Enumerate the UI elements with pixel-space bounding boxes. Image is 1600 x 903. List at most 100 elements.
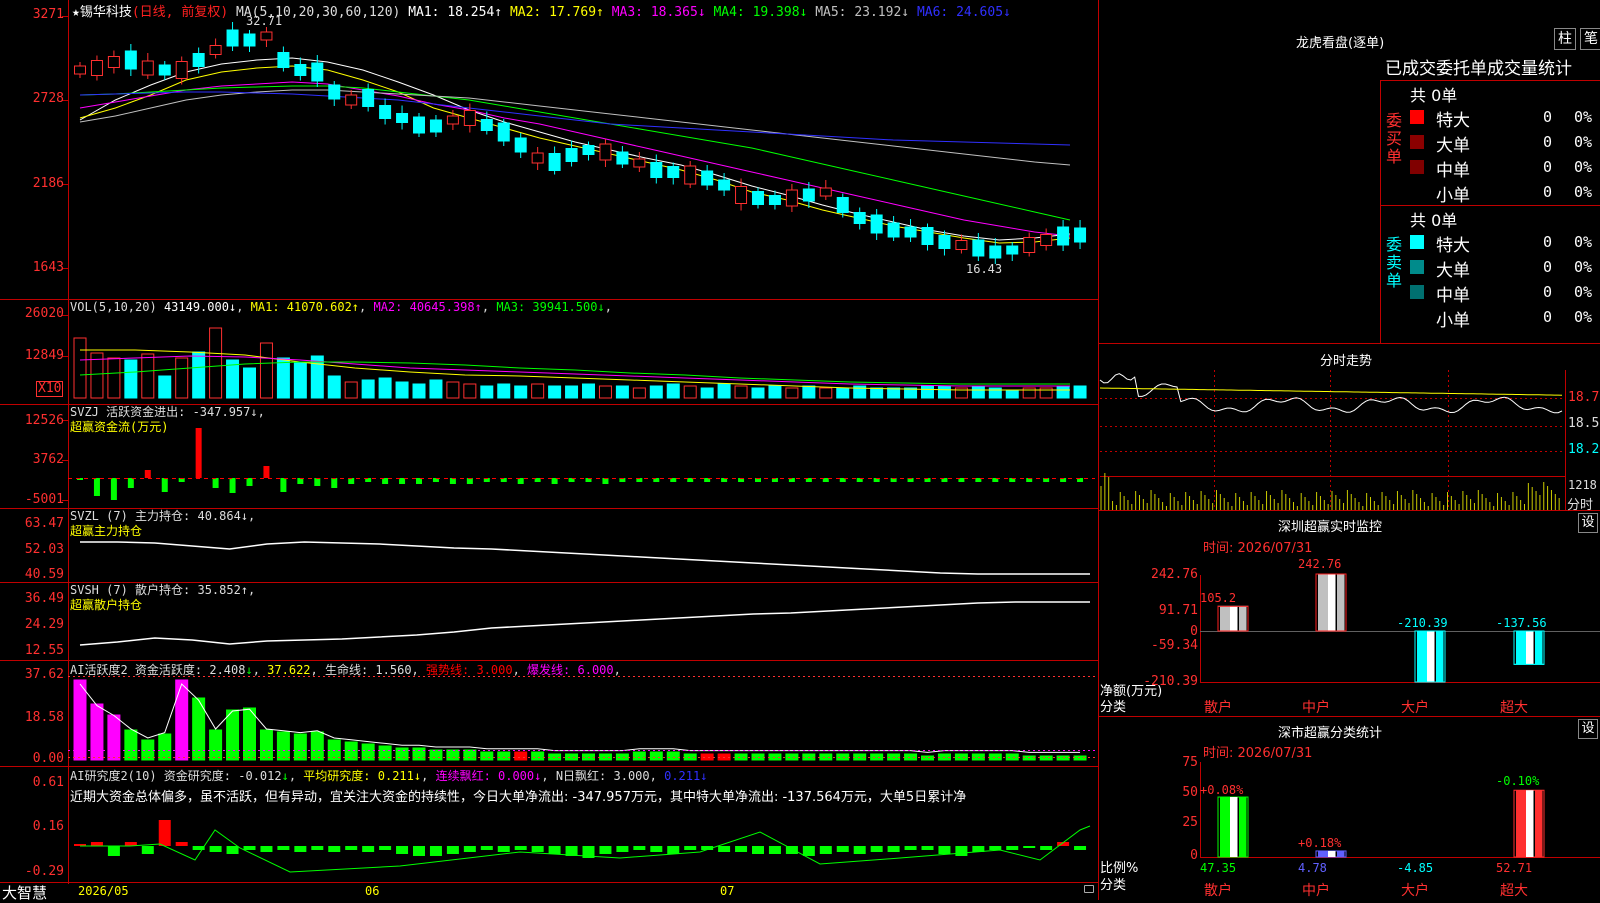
bar-value-label: -137.56 bbox=[1496, 616, 1547, 630]
buy-total: 共 0单 bbox=[1410, 86, 1458, 105]
bar-stripe-left bbox=[1220, 797, 1231, 857]
volume-bar bbox=[802, 385, 816, 399]
bar-stripe-right bbox=[1436, 631, 1444, 682]
bar-value-label: 4.78 bbox=[1298, 861, 1327, 875]
fund-flow-bar bbox=[212, 478, 219, 488]
axis-tick-label: 91.71 bbox=[1158, 603, 1198, 618]
axis-tick-label: 12849 bbox=[24, 348, 64, 363]
candle-body bbox=[1006, 245, 1019, 255]
ai2-header-part: , bbox=[541, 769, 556, 783]
sz-monitor-xlabel: 分类 bbox=[1100, 700, 1127, 715]
activity-bar bbox=[259, 729, 273, 761]
candle-body bbox=[243, 33, 256, 47]
ai2-header-part: , bbox=[421, 769, 436, 783]
row-pct: 0% bbox=[1574, 183, 1593, 201]
candle-body bbox=[768, 195, 781, 205]
sz-stats-settings-button[interactable]: 设 bbox=[1578, 719, 1598, 739]
research-bar bbox=[141, 846, 154, 854]
row-pct: 0% bbox=[1574, 158, 1593, 176]
date-month-07: 07 bbox=[720, 884, 735, 898]
bar-stripe-left bbox=[1516, 790, 1527, 857]
volume-bar bbox=[666, 383, 680, 399]
candle-body bbox=[396, 113, 409, 123]
period-label[interactable]: (日线, 前复权) bbox=[132, 5, 228, 20]
ai1-header-part: , 生命线: 1.560, bbox=[310, 663, 427, 677]
research-bar bbox=[735, 846, 748, 852]
bar-value-label: 242.76 bbox=[1298, 557, 1342, 571]
research-bar bbox=[463, 846, 476, 852]
row-qty: 0 bbox=[1543, 133, 1553, 151]
favorite-star-icon[interactable]: ★ bbox=[72, 5, 80, 20]
candle-body bbox=[345, 94, 358, 106]
ai1-header-part: ↓ bbox=[245, 663, 253, 677]
volume-bar bbox=[378, 377, 392, 399]
axis-tick-label: 18.24 bbox=[1568, 442, 1600, 457]
volume-bar bbox=[971, 385, 985, 399]
vol-unit-button[interactable]: X10 bbox=[36, 381, 64, 397]
research-bar bbox=[1006, 846, 1019, 850]
axis-tick-label: 12526 bbox=[24, 413, 64, 428]
row-label: 特大 bbox=[1436, 111, 1470, 131]
dragon-tab[interactable]: 笔 bbox=[1580, 28, 1600, 50]
volume-bar bbox=[768, 385, 782, 399]
candle-body bbox=[989, 245, 1002, 259]
kline-chart-area[interactable] bbox=[0, 0, 1600, 900]
candle-body bbox=[1074, 227, 1087, 243]
research-bar bbox=[904, 846, 917, 850]
research-bar bbox=[379, 846, 392, 850]
dragon-title: 龙虎看盘(逐单) bbox=[1296, 36, 1385, 51]
dragon-tab[interactable]: 柱 bbox=[1554, 28, 1576, 50]
bar-stripe-right bbox=[1337, 574, 1345, 631]
row-label: 中单 bbox=[1436, 161, 1470, 181]
volume-bar bbox=[1005, 389, 1019, 399]
research-bar bbox=[548, 846, 561, 854]
ai2-comment: 近期大资金总体偏多，虽不活跃，但有异动，宜关注大资金的持续性，今日大单净流出: … bbox=[70, 790, 967, 805]
candle-body bbox=[684, 165, 697, 185]
category-label: 散户 bbox=[1204, 883, 1232, 899]
volume-bar bbox=[243, 367, 256, 399]
ma-legend: MA1: 18.254↑ MA2: 17.769↑ MA3: 18.365↓ M… bbox=[408, 5, 1011, 20]
category-label: 大户 bbox=[1401, 883, 1429, 899]
svzj-header: SVZJ 活跃资金进出: -347.957↓, 超赢资金流(万元) bbox=[70, 405, 265, 435]
volume-bar bbox=[615, 385, 629, 399]
volume-bar bbox=[887, 387, 901, 399]
research-bar bbox=[328, 846, 341, 852]
candle-body bbox=[819, 187, 832, 197]
activity-bar bbox=[785, 753, 799, 761]
activity-bar bbox=[73, 679, 87, 761]
volume-bar bbox=[717, 383, 731, 399]
volume-bar bbox=[582, 383, 595, 399]
candle-body bbox=[463, 110, 476, 126]
activity-bar bbox=[107, 714, 121, 761]
vol-legend: MA1: 41070.602↑, MA2: 40645.398↑, MA3: 3… bbox=[250, 300, 612, 314]
candle-body bbox=[362, 89, 375, 107]
lock-icon[interactable] bbox=[1084, 885, 1094, 893]
candle-body bbox=[413, 116, 425, 134]
activity-bar bbox=[90, 703, 104, 761]
ai2-header-part: 0.211↓ bbox=[664, 769, 708, 783]
low-price-label: 16.43 bbox=[966, 262, 1003, 276]
bar-value-label: -4.85 bbox=[1397, 861, 1434, 875]
bar-stripe-left bbox=[1220, 606, 1231, 631]
volume-bar bbox=[276, 357, 290, 399]
sz-monitor-time: 时间: 2026/07/31 bbox=[1203, 541, 1313, 556]
research-bar bbox=[90, 842, 103, 846]
research-bar bbox=[819, 846, 832, 854]
fund-flow-bar bbox=[280, 478, 287, 492]
research-bar bbox=[277, 846, 290, 850]
sz-monitor-settings-button[interactable]: 设 bbox=[1578, 513, 1598, 533]
research-bar bbox=[633, 846, 646, 850]
row-label: 大单 bbox=[1436, 261, 1470, 281]
research-bar bbox=[768, 846, 781, 854]
research-bar bbox=[887, 846, 900, 852]
activity-bar bbox=[870, 753, 884, 761]
row-pct: 0% bbox=[1574, 258, 1593, 276]
volume-bar bbox=[480, 385, 494, 399]
sz-monitor-title: 深圳超赢实时监控 bbox=[1278, 520, 1383, 535]
vol-legend-item: MA2: 40645.398↑ bbox=[373, 300, 482, 314]
research-bar bbox=[497, 846, 510, 852]
fund-flow-bars bbox=[77, 428, 1084, 500]
volume-bar bbox=[531, 383, 545, 399]
research-bar bbox=[870, 846, 883, 852]
axis-tick-label: -0.29 bbox=[24, 864, 64, 879]
